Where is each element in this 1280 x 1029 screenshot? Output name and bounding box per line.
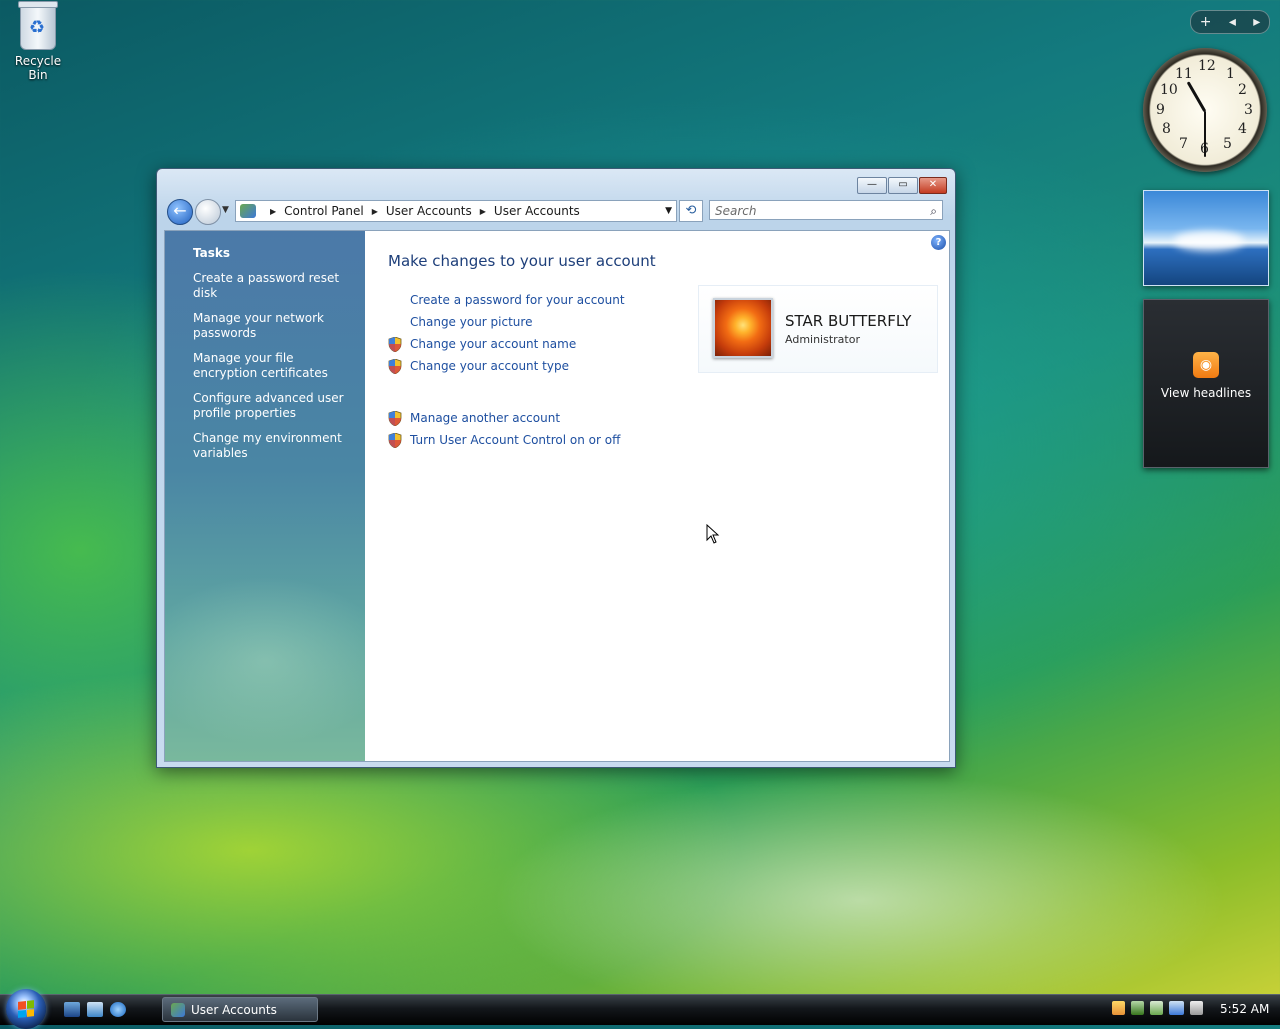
user-accounts-icon xyxy=(171,1003,185,1017)
link-create-password[interactable]: Create a password for your account xyxy=(388,293,625,315)
window-controls: — ▭ ✕ xyxy=(857,177,947,194)
account-role: Administrator xyxy=(785,333,860,346)
task-list: Create a password reset disk Manage your… xyxy=(193,271,358,471)
search-placeholder: Search xyxy=(715,204,757,218)
link-manage-another-account[interactable]: Manage another account xyxy=(388,411,625,433)
link-turn-uac-on-off[interactable]: Turn User Account Control on or off xyxy=(388,433,625,455)
task-manage-network-passwords[interactable]: Manage your network passwords xyxy=(193,311,358,341)
search-input[interactable]: Search ⌕ xyxy=(709,200,943,220)
clock-number: 3 xyxy=(1244,102,1253,118)
forward-button[interactable] xyxy=(195,199,221,225)
recycle-bin-label: Recycle Bin xyxy=(14,54,62,82)
internet-explorer-icon[interactable] xyxy=(110,1002,126,1017)
address-bar[interactable]: ▶ Control Panel ▶ User Accounts ▶ User A… xyxy=(235,200,677,222)
link-label: Turn User Account Control on or off xyxy=(410,433,621,447)
uac-shield-icon xyxy=(388,433,402,448)
account-picture xyxy=(713,298,773,358)
link-label: Manage another account xyxy=(410,411,561,425)
rss-icon: ◉ xyxy=(1193,352,1219,378)
taskbar-clock[interactable]: 5:52 AM xyxy=(1220,1002,1269,1016)
breadcrumb-arrow-icon[interactable]: ▶ xyxy=(480,207,486,216)
security-shield-icon[interactable] xyxy=(1112,1001,1125,1015)
link-label: Create a password for your account xyxy=(410,293,625,307)
clock-number: 9 xyxy=(1156,102,1165,118)
address-dropdown-icon[interactable]: ▼ xyxy=(665,206,672,216)
sidebar-controls: + ◂ ▸ xyxy=(1190,10,1270,34)
clock-number: 1 xyxy=(1226,66,1235,82)
clock-number: 11 xyxy=(1175,66,1193,82)
breadcrumb-user-accounts[interactable]: User Accounts xyxy=(386,204,472,218)
task-configure-profile-properties[interactable]: Configure advanced user profile properti… xyxy=(193,391,358,421)
clock-number: 8 xyxy=(1162,121,1171,137)
uac-shield-icon xyxy=(388,411,402,426)
network-icon[interactable] xyxy=(1169,1001,1184,1015)
link-label: Change your account name xyxy=(410,337,577,351)
clock-number: 10 xyxy=(1160,82,1178,98)
link-group-gap xyxy=(388,381,625,411)
switch-windows-icon[interactable] xyxy=(87,1002,103,1017)
account-links: Create a password for your account Chang… xyxy=(388,293,625,455)
uac-shield-icon xyxy=(388,337,402,352)
task-manage-file-encryption[interactable]: Manage your file encryption certificates xyxy=(193,351,358,381)
back-button[interactable]: ← xyxy=(167,199,193,225)
next-gadget-icon[interactable]: ▸ xyxy=(1253,14,1260,30)
slideshow-gadget[interactable] xyxy=(1143,190,1269,286)
show-desktop-icon[interactable] xyxy=(64,1002,80,1017)
clock-gadget[interactable]: 12 1 2 3 4 5 6 7 8 9 10 11 xyxy=(1143,48,1267,172)
feed-headlines-gadget[interactable]: ◉ View headlines xyxy=(1143,299,1269,468)
link-change-picture[interactable]: Change your picture xyxy=(388,315,625,337)
tray-app-icon[interactable] xyxy=(1131,1001,1144,1015)
recycle-bin-icon xyxy=(18,1,58,50)
link-label: Change your picture xyxy=(410,315,533,329)
taskbar: User Accounts 5:52 AM xyxy=(0,989,1280,1029)
task-pane: Tasks Create a password reset disk Manag… xyxy=(165,231,365,761)
link-change-account-type[interactable]: Change your account type xyxy=(388,359,625,381)
prev-gadget-icon[interactable]: ◂ xyxy=(1229,14,1236,30)
navigation-bar: ← ▼ ▶ Control Panel ▶ User Accounts ▶ Us… xyxy=(165,198,947,225)
breadcrumb-control-panel[interactable]: Control Panel xyxy=(284,204,364,218)
link-label: Change your account type xyxy=(410,359,569,373)
recycle-bin[interactable]: Recycle Bin xyxy=(6,1,70,82)
close-button[interactable]: ✕ xyxy=(919,177,947,194)
tray-app-icon[interactable] xyxy=(1150,1001,1163,1015)
refresh-button[interactable]: ⟲ xyxy=(679,200,703,222)
clock-number: 7 xyxy=(1179,136,1188,152)
task-create-password-reset-disk[interactable]: Create a password reset disk xyxy=(193,271,358,301)
uac-shield-icon xyxy=(388,359,402,374)
minimize-button[interactable]: — xyxy=(857,177,887,194)
breadcrumb-user-accounts-current[interactable]: User Accounts xyxy=(494,204,580,218)
page-title: Make changes to your user account xyxy=(388,252,656,270)
clock-number: 12 xyxy=(1198,58,1216,74)
clock-number: 5 xyxy=(1223,136,1232,152)
hour-hand xyxy=(1186,81,1207,113)
user-accounts-window: — ▭ ✕ ← ▼ ▶ Control Panel ▶ User Account… xyxy=(156,168,956,768)
breadcrumb-arrow-icon[interactable]: ▶ xyxy=(270,207,276,216)
control-panel-icon xyxy=(240,204,256,218)
clock-number: 2 xyxy=(1238,82,1247,98)
system-tray xyxy=(1112,1001,1203,1015)
link-change-account-name[interactable]: Change your account name xyxy=(388,337,625,359)
taskbar-item-label: User Accounts xyxy=(191,1003,277,1017)
minute-hand xyxy=(1204,111,1206,157)
mouse-cursor-icon xyxy=(706,524,720,544)
task-change-environment-variables[interactable]: Change my environment variables xyxy=(193,431,358,461)
recent-pages-dropdown-icon[interactable]: ▼ xyxy=(222,205,229,215)
view-headlines-label[interactable]: View headlines xyxy=(1144,386,1268,400)
volume-muted-icon[interactable] xyxy=(1190,1001,1203,1015)
account-name: STAR BUTTERFLY xyxy=(785,312,912,330)
start-button[interactable] xyxy=(6,989,46,1029)
search-icon[interactable]: ⌕ xyxy=(930,201,937,221)
taskbar-item-user-accounts[interactable]: User Accounts xyxy=(162,997,318,1022)
maximize-button[interactable]: ▭ xyxy=(888,177,918,194)
window-content: Tasks Create a password reset disk Manag… xyxy=(164,230,950,762)
quick-launch xyxy=(64,1002,126,1017)
breadcrumb-arrow-icon[interactable]: ▶ xyxy=(372,207,378,216)
help-icon[interactable]: ? xyxy=(931,235,946,250)
add-gadget-button[interactable]: + xyxy=(1200,14,1212,30)
clock-number: 4 xyxy=(1238,121,1247,137)
tasks-heading: Tasks xyxy=(193,246,231,260)
account-card: STAR BUTTERFLY Administrator xyxy=(698,285,938,373)
windows-logo-icon xyxy=(18,1000,34,1018)
main-panel: ? Make changes to your user account Crea… xyxy=(365,231,949,761)
